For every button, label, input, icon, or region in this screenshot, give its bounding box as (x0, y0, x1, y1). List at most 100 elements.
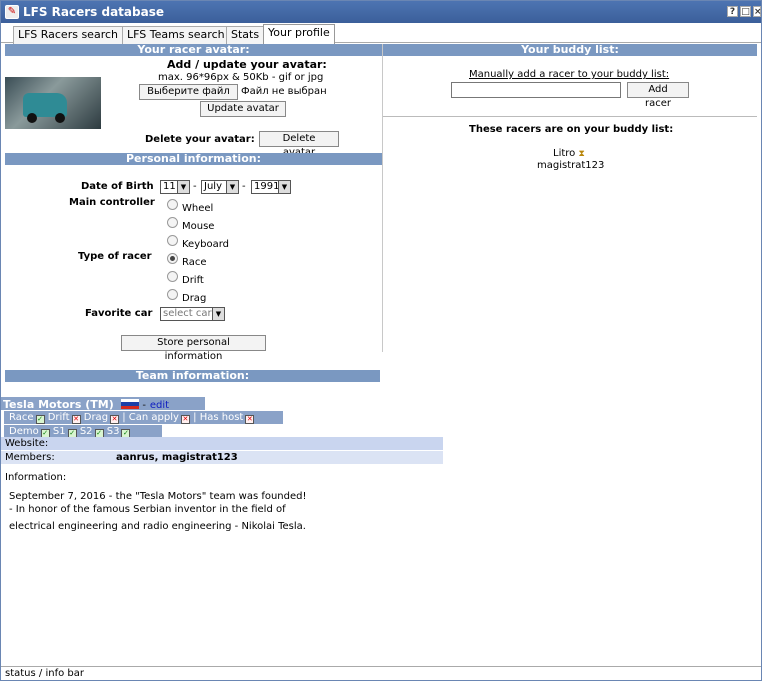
choose-file-button[interactable]: Выберите файл (139, 84, 238, 100)
tab-bar: LFS Racers search LFS Teams search Stats… (1, 23, 761, 44)
tab-teams-search[interactable]: LFS Teams search (122, 26, 230, 44)
can-apply-label: Can apply (128, 412, 179, 423)
cross-icon: ✕ (180, 415, 190, 424)
buddy-item-litro[interactable]: Litro ⧗ (553, 148, 585, 159)
personal-header: Personal information: (5, 153, 382, 165)
app-window: ✎ LFS Racers database ? □ × LFS Racers s… (0, 0, 762, 681)
info-line-3: electrical engineering and radio enginee… (9, 521, 306, 532)
russia-flag-icon (120, 399, 139, 409)
no-file-text: Файл не выбран (241, 86, 327, 97)
buddy-racer-input[interactable] (451, 82, 621, 98)
chevron-down-icon: ▼ (226, 181, 238, 193)
team-name: Tesla Motors (3, 398, 82, 411)
dob-separator-2: - (242, 181, 246, 192)
tab-stats[interactable]: Stats (226, 26, 265, 44)
dob-month-value: July (204, 181, 222, 192)
help-icon[interactable]: ? (727, 6, 738, 17)
favorite-car-placeholder: select car (163, 308, 212, 319)
controller-keyboard-label: Keyboard (182, 239, 230, 250)
cross-icon: ✕ (71, 415, 81, 424)
dob-day-select[interactable]: 11 ▼ (160, 180, 190, 194)
type-drift-label: Drift (182, 275, 204, 286)
demo-label: Demo (9, 426, 39, 437)
buddy-add-text: Manually add a racer to your buddy list: (469, 69, 670, 80)
hourglass-icon: ⧗ (578, 149, 585, 159)
team-title: Tesla Motors (TM) - edit (3, 398, 169, 411)
edit-prefix: - (142, 400, 147, 411)
tab-racers-search[interactable]: LFS Racers search (13, 26, 123, 44)
radio-mouse[interactable] (167, 217, 178, 228)
car-wheel-front (27, 113, 37, 123)
website-label: Website: (5, 438, 49, 449)
radio-drift[interactable] (167, 271, 178, 282)
check-icon: ✓ (35, 415, 45, 424)
dob-separator: - (193, 181, 197, 192)
cross-icon: ✕ (110, 415, 120, 424)
s1-label: S1 (52, 426, 66, 437)
profile-panel: Your racer avatar: Add / update your ava… (1, 44, 761, 666)
flag-separator: | (122, 412, 126, 423)
team-header: Team information: (5, 370, 380, 382)
delete-avatar-button[interactable]: Delete avatar (259, 131, 339, 158)
buddy-item-magistrat123[interactable]: magistrat123 (537, 160, 604, 171)
buddy-divider (383, 116, 757, 117)
flag-separator: | (193, 412, 197, 423)
maximize-icon[interactable]: □ (740, 6, 751, 17)
buddy-name: Litro (553, 148, 576, 159)
team-tag: (TM) (85, 398, 114, 411)
dob-year-select[interactable]: 1991 ▼ (251, 180, 291, 194)
window-title: LFS Racers database (23, 5, 164, 19)
column-divider (382, 44, 383, 352)
close-icon[interactable]: × (753, 6, 762, 17)
has-host-label: Has host (199, 412, 244, 423)
drift-flag-label: Drift (47, 412, 70, 423)
dob-label: Date of Birth (81, 181, 154, 192)
member-names: aanrus, magistrat123 (116, 452, 238, 463)
controller-mouse-label: Mouse (182, 221, 215, 232)
website-row (1, 437, 443, 450)
drag-flag-label: Drag (83, 412, 109, 423)
s2-label: S2 (79, 426, 93, 437)
dob-day-value: 11 (163, 181, 176, 192)
update-avatar-button[interactable]: Update avatar (200, 101, 286, 117)
add-racer-button[interactable]: Add racer (627, 82, 689, 109)
favorite-car-select[interactable]: select car ▼ (160, 307, 225, 321)
avatar-header: Your racer avatar: (5, 44, 382, 56)
type-label: Type of racer (78, 251, 152, 262)
edit-team-link[interactable]: edit (150, 400, 169, 411)
team-flags: Race ✓ Drift ✕ Drag ✕ | Can apply ✕ | Has ho… (9, 412, 255, 424)
favorite-car-label: Favorite car (85, 308, 153, 319)
avatar-limits: max. 96*96px & 50Kb - gif or jpg (158, 72, 324, 83)
dob-year-value: 1991 (254, 181, 280, 192)
radio-keyboard[interactable] (167, 235, 178, 246)
cross-icon: ✕ (245, 415, 255, 424)
buddy-header: Your buddy list: (383, 44, 757, 56)
members-list: aanrus, magistrat123 (116, 452, 238, 463)
s3-label: S3 (106, 426, 120, 437)
members-label: Members: (5, 452, 55, 463)
chevron-down-icon: ▼ (177, 181, 189, 193)
race-flag-label: Race (9, 412, 34, 423)
status-bar: status / info bar (1, 666, 761, 680)
type-drag-label: Drag (182, 293, 207, 304)
type-race-label: Race (182, 257, 207, 268)
buddy-list-title: These racers are on your buddy list: (469, 124, 674, 135)
avatar-image (5, 77, 101, 129)
lfs-app-icon: ✎ (5, 5, 19, 19)
tab-your-profile[interactable]: Your profile (263, 24, 335, 44)
radio-race[interactable] (167, 253, 178, 264)
title-bar[interactable]: ✎ LFS Racers database ? □ × (1, 1, 762, 23)
radio-wheel[interactable] (167, 199, 178, 210)
info-line-2: - In honor of the famous Serbian invento… (9, 504, 286, 515)
controller-wheel-label: Wheel (182, 203, 214, 214)
store-personal-button[interactable]: Store personal information (121, 335, 266, 362)
car-wheel-rear (55, 113, 65, 123)
radio-drag[interactable] (167, 289, 178, 300)
chevron-down-icon: ▼ (278, 181, 290, 193)
dob-month-select[interactable]: July ▼ (201, 180, 239, 194)
controller-label: Main controller (69, 197, 155, 208)
avatar-add-title: Add / update your avatar: (167, 58, 327, 71)
delete-avatar-text: Delete your avatar: (145, 134, 255, 145)
information-label: Information: (5, 472, 67, 483)
info-line-1: September 7, 2016 - the "Tesla Motors" t… (9, 491, 307, 502)
